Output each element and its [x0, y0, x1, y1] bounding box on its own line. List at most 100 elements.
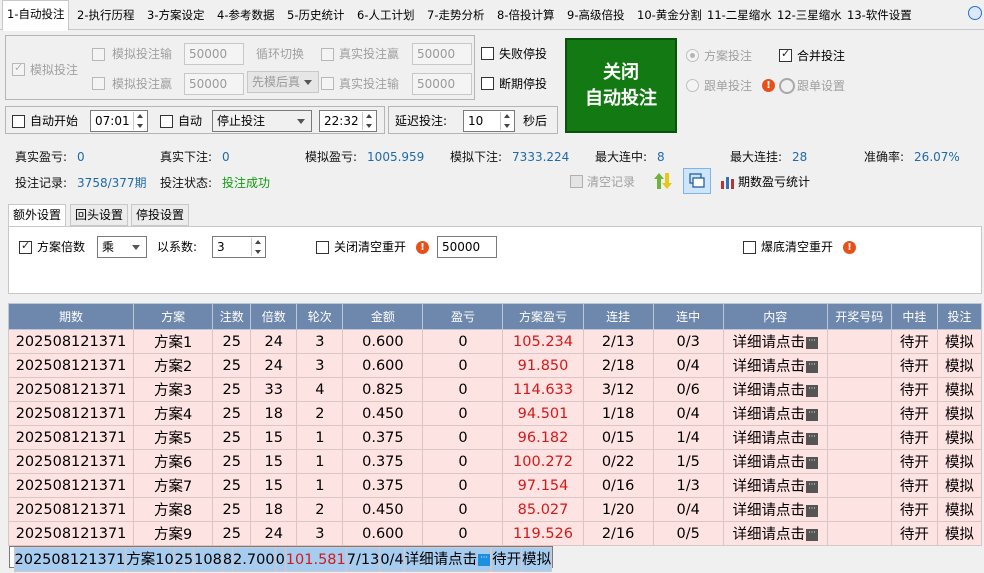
action-select[interactable]: 停止投注	[212, 110, 312, 132]
more-icon[interactable]: ···	[805, 505, 818, 517]
tab-two-star[interactable]: 11-二星缩水	[703, 2, 776, 30]
sim-loss-input[interactable]: 50000	[184, 43, 244, 65]
tab-auto-bet[interactable]: 1-自动投注	[2, 0, 70, 31]
sim-win-input[interactable]: 50000	[184, 73, 244, 95]
gear-icon[interactable]	[779, 78, 795, 94]
tab-reference[interactable]: 4-参考数据	[213, 2, 278, 30]
follow-bet-radio[interactable]	[686, 79, 699, 92]
col-pl[interactable]: 盈亏	[422, 303, 504, 330]
tab-stats[interactable]: 5-历史统计	[283, 2, 348, 30]
tab-extra-settings[interactable]: 额外设置	[8, 204, 67, 227]
burst-clear-checkbox[interactable]	[743, 241, 756, 254]
start-time-input[interactable]: 07:01	[90, 110, 148, 132]
tab-software-settings[interactable]: 13-软件设置	[843, 2, 916, 30]
end-time-input[interactable]: 22:32	[319, 110, 377, 132]
detail-link[interactable]: 详细请点击	[732, 359, 805, 375]
table-row[interactable]: 202508121371 方案1 25 24 3 0.600 0 105.234 2/13 0/3…	[7, 329, 983, 354]
op-select[interactable]: 乘	[97, 236, 147, 258]
real-loss-checkbox[interactable]	[321, 77, 334, 90]
more-icon[interactable]: ···	[805, 361, 818, 373]
table-row[interactable]: 202508121371 方案9 25 24 3 0.600 0 119.526 2/16 0/5…	[7, 521, 983, 546]
sim-loss-checkbox[interactable]	[92, 48, 105, 61]
auto-checkbox[interactable]	[160, 115, 173, 128]
spinner-icon[interactable]	[500, 112, 513, 130]
tab-return-settings[interactable]: 回头设置	[70, 204, 129, 226]
sim-bet-checkbox[interactable]	[12, 61, 25, 76]
col-loss-streak[interactable]: 连挂	[582, 303, 654, 330]
tab-plan-setting[interactable]: 3-方案设定	[143, 2, 208, 30]
detail-link[interactable]: 详细请点击	[732, 407, 805, 423]
tab-advanced-multiple[interactable]: 9-高级倍投	[563, 2, 628, 30]
real-loss-input[interactable]: 50000	[412, 73, 472, 95]
detail-link[interactable]: 详细请点击	[732, 527, 805, 543]
cell-content[interactable]: 详细请点击 ···	[722, 521, 828, 546]
real-win-input[interactable]: 50000	[412, 43, 472, 65]
cell-content[interactable]: 详细请点击 ···	[722, 449, 828, 474]
period-stats-button[interactable]: 期数盈亏统计	[738, 174, 810, 190]
real-win-checkbox[interactable]	[321, 48, 334, 61]
order-select[interactable]: 先模后真	[247, 71, 319, 93]
col-content[interactable]: 内容	[722, 303, 828, 330]
fail-stop-checkbox[interactable]	[481, 47, 494, 60]
more-icon[interactable]: ···	[805, 337, 818, 349]
detail-link[interactable]: 详细请点击	[732, 335, 805, 351]
more-icon[interactable]: ···	[805, 433, 818, 445]
col-amount[interactable]: 金额	[342, 303, 424, 330]
col-plan-pl[interactable]: 方案盈亏	[502, 303, 584, 330]
tab-three-star[interactable]: 12-三星缩水	[773, 2, 846, 30]
delay-input[interactable]: 10	[463, 110, 515, 132]
cell-content[interactable]: 详细请点击 ···	[722, 473, 828, 498]
tab-manual-plan[interactable]: 6-人工计划	[353, 2, 418, 30]
more-icon[interactable]: ···	[805, 409, 818, 421]
tab-multiple-calc[interactable]: 8-倍投计算	[493, 2, 558, 30]
detail-link[interactable]: 详细请点击	[732, 431, 805, 447]
plan-bet-radio[interactable]	[686, 49, 699, 62]
col-win-streak[interactable]: 连中	[652, 303, 724, 330]
table-row[interactable]: 202508121371 方案2 25 24 3 0.600 0 91.850 2/18 0/4 详…	[7, 353, 983, 378]
tab-history[interactable]: 2-执行历程	[73, 2, 138, 30]
col-bet[interactable]: 投注	[936, 303, 983, 330]
tab-stop-settings[interactable]: 停投设置	[131, 204, 190, 226]
detail-link[interactable]: 详细请点击	[732, 455, 805, 471]
more-icon[interactable]: ···	[805, 529, 818, 541]
detail-link[interactable]: 详细请点击	[405, 552, 477, 568]
more-icon[interactable]: ···	[805, 457, 818, 469]
cell-content[interactable]: 详细请点击 ···	[722, 425, 828, 450]
table-row[interactable]: 202508121371 方案6 25 15 1 0.375 0 100.272 0/22 1/5…	[7, 449, 983, 474]
table-row[interactable]: 202508121371 方案7 25 15 1 0.375 0 97.154 0/16 1/3 详…	[7, 473, 983, 498]
more-icon[interactable]: ···	[805, 481, 818, 493]
table-row[interactable]: 202508121371 方案4 25 18 2 0.450 0 94.501 1/18 0/4 详…	[7, 401, 983, 426]
detail-link[interactable]: 详细请点击	[732, 383, 805, 399]
cell-content[interactable]: 详细请点击 ···	[403, 547, 492, 572]
table-row[interactable]: 202508121371 方案8 25 18 2 0.450 0 85.027 1/20 0/4 详…	[7, 497, 983, 522]
more-icon[interactable]: ···	[805, 385, 818, 397]
cell-content[interactable]: 详细请点击 ···	[722, 329, 828, 354]
auto-start-checkbox[interactable]	[12, 115, 25, 128]
cell-content[interactable]: 详细请点击 ···	[722, 353, 828, 378]
col-hit[interactable]: 中挂	[890, 303, 938, 330]
col-draw-number[interactable]: 开奖号码	[826, 303, 892, 330]
detail-link[interactable]: 详细请点击	[732, 503, 805, 519]
col-round[interactable]: 轮次	[296, 303, 344, 330]
col-period[interactable]: 期数	[7, 303, 135, 330]
copy-button[interactable]	[683, 168, 711, 194]
col-notes[interactable]: 注数	[212, 303, 252, 330]
tab-golden[interactable]: 10-黄金分割	[633, 2, 706, 30]
table-row[interactable]: 202508121371 方案3 25 33 4 0.825 0 114.633 3/12 0/6…	[7, 377, 983, 402]
col-multiple[interactable]: 倍数	[250, 303, 298, 330]
clear-records-button[interactable]: 清空记录	[587, 174, 635, 190]
table-row[interactable]: 202508121371 方案5 25 15 1 0.375 0 96.182 0/15 1/4 详…	[7, 425, 983, 450]
merge-bet-checkbox[interactable]	[779, 47, 792, 62]
spinner-icon[interactable]	[251, 238, 264, 256]
tab-trend[interactable]: 7-走势分析	[423, 2, 488, 30]
help-icon[interactable]	[968, 6, 982, 20]
coef-input[interactable]: 3	[212, 236, 266, 258]
table-row[interactable]: 202508121371 方案10 25 108 8 2.700 0 101.581 7/13 0…	[8, 546, 554, 572]
sort-arrows-icon[interactable]	[653, 171, 673, 191]
cell-content[interactable]: 详细请点击 ···	[722, 377, 828, 402]
multiple-checkbox[interactable]	[19, 239, 32, 254]
detail-link[interactable]: 详细请点击	[732, 479, 805, 495]
sim-win-checkbox[interactable]	[92, 77, 105, 90]
break-stop-checkbox[interactable]	[481, 77, 494, 90]
spinner-icon[interactable]	[362, 112, 375, 130]
